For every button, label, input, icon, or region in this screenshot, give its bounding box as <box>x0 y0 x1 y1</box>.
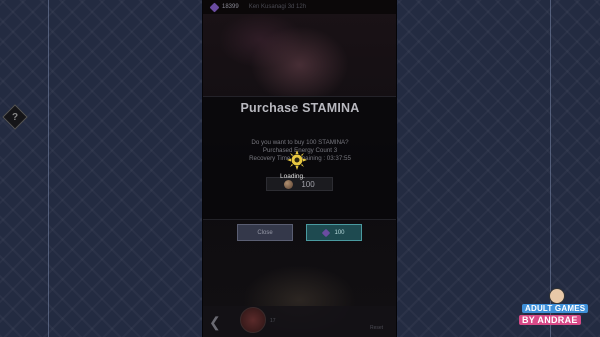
watermark-line2: BY ANDRAE <box>519 315 581 325</box>
loading-text: Loading. <box>280 173 305 180</box>
watermark-face-icon <box>549 288 565 304</box>
gem-count: 18399 <box>222 4 239 10</box>
watermark-line1: ADULT GAMES <box>522 304 589 313</box>
dialog-title: Purchase STAMINA <box>240 101 360 115</box>
close-button-label: Close <box>257 229 273 236</box>
buy-button[interactable]: 100 <box>306 224 362 241</box>
close-button[interactable]: Close <box>237 224 293 241</box>
right-divider <box>550 0 551 337</box>
back-arrow-icon[interactable]: ❮ <box>209 314 221 331</box>
loading-spinner-icon <box>287 150 307 170</box>
avatar[interactable] <box>240 307 266 333</box>
left-divider <box>48 0 49 337</box>
coin-icon <box>284 179 294 189</box>
cost-amount: 100 <box>301 179 315 189</box>
currency-bar: 18399 Ken Kusanagi 3d 12h <box>203 0 396 14</box>
buy-button-label: 100 <box>334 229 345 236</box>
bottom-bar <box>203 306 396 337</box>
help-symbol: ? <box>11 111 19 123</box>
topbar-faded-text: Ken Kusanagi 3d 12h <box>248 4 307 10</box>
gem-icon <box>209 2 220 12</box>
bottom-left-label: 17 <box>270 318 276 324</box>
bottom-right-label[interactable]: Reset <box>370 325 383 331</box>
gem-icon <box>322 228 331 237</box>
